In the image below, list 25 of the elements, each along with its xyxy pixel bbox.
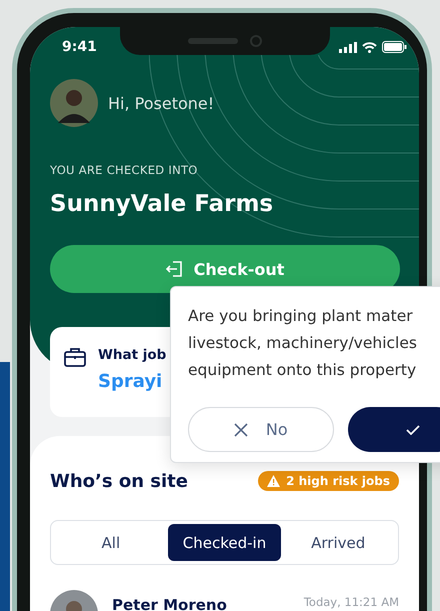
exit-icon [166, 260, 184, 278]
signal-icon [339, 42, 357, 52]
site-name: SunnyVale Farms [50, 190, 274, 219]
no-button[interactable]: No [188, 407, 334, 452]
job-name: Sprayi [98, 371, 164, 392]
job-question: What job [98, 347, 166, 363]
risk-badge: 2 high risk jobs [258, 471, 399, 491]
check-in-time: Today, 11:21 AM [304, 595, 399, 609]
wifi-icon [362, 42, 377, 52]
filter-tab[interactable]: Checked-in [168, 524, 282, 561]
battery-icon [382, 41, 407, 53]
avatar-silhouette [50, 79, 98, 127]
checked-into-label: YOU ARE CHECKED INTO [50, 163, 199, 177]
dialog-question: Are you bringing plant mater livestock, machinery/vehicles equipment onto this property [188, 306, 418, 381]
filter-tab[interactable]: All [54, 524, 168, 561]
yes-button[interactable] [348, 407, 440, 452]
greeting-text: Hi, Posetone! [108, 94, 214, 112]
warning-icon [267, 475, 280, 487]
section-title: Who’s on site [50, 470, 188, 492]
person-name: Peter Moreno [112, 596, 227, 611]
check-icon [406, 424, 420, 434]
status-time: 9:41 [62, 39, 97, 55]
filter-tab[interactable]: Arrived [281, 524, 396, 561]
briefcase-icon [64, 347, 86, 367]
close-icon [234, 422, 248, 436]
